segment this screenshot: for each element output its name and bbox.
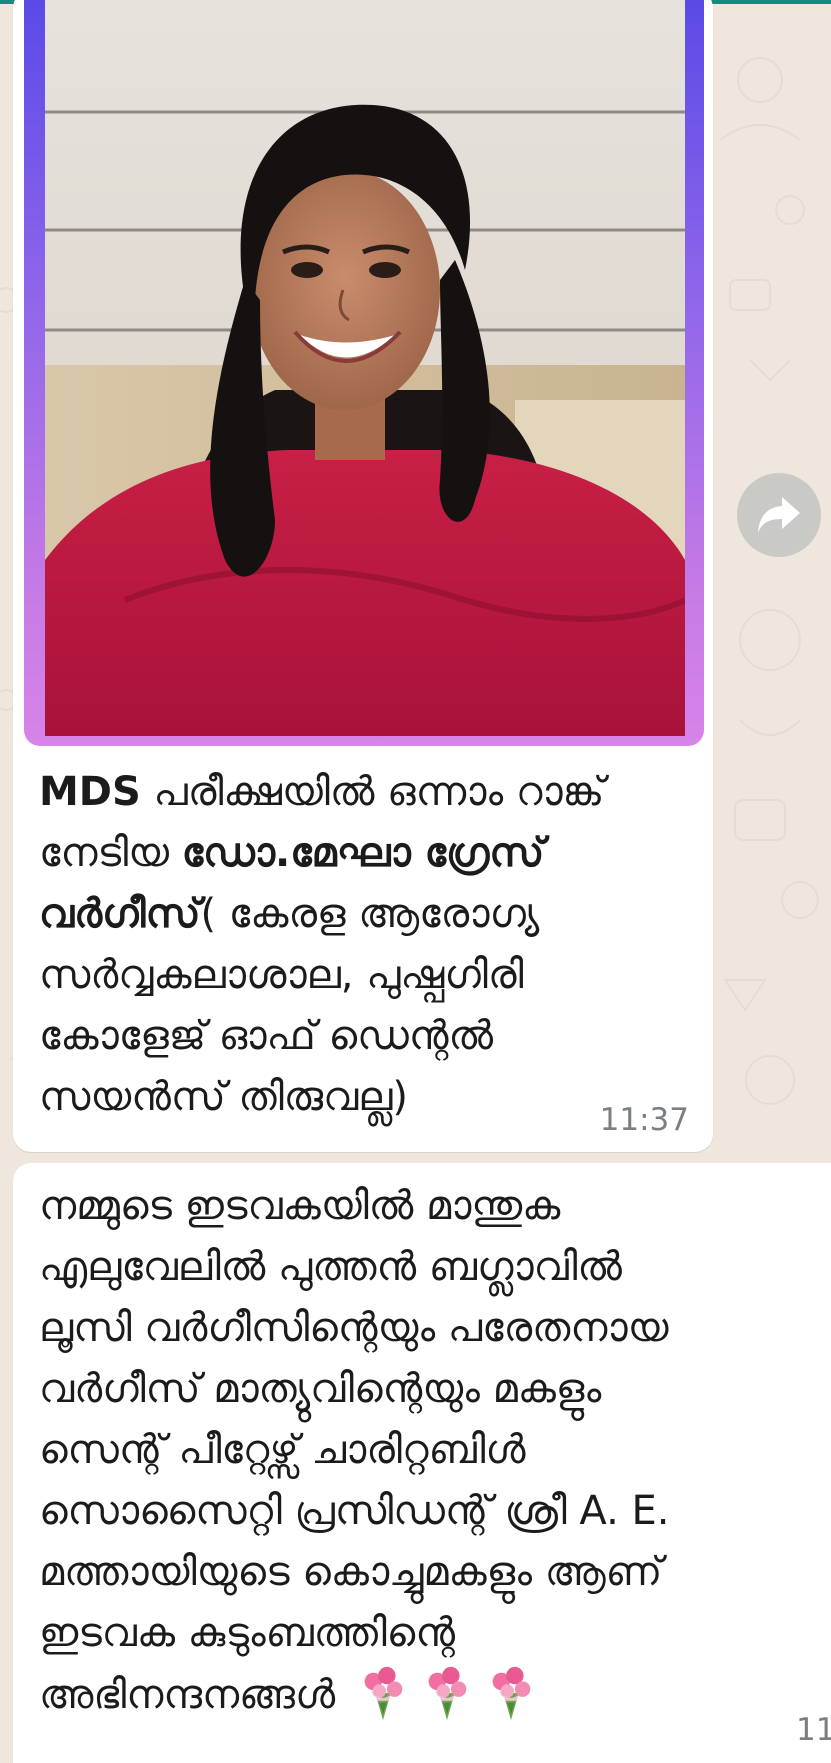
bouquet-icon <box>364 1666 403 1721</box>
message-line: വർഗീസ് മാത്യുവിന്റെയും മകളും <box>39 1366 602 1412</box>
caption-bold-exam: MDS <box>39 769 141 815</box>
photo-frame <box>24 0 704 746</box>
message-timestamp: 11:37 <box>599 1102 689 1138</box>
message-line: സൊസൈറ്റി പ്രസിഡന്റ് ശ്രീ A. E. <box>39 1488 670 1534</box>
message-bubble-text[interactable]: നമ്മുടെ ഇടവകയിൽ മാന്തുക എലുവേലിൽ പുത്തൻ … <box>13 1163 831 1763</box>
message-caption: MDS പരീക്ഷയിൽ ഒന്നാം റാങ്ക് നേടിയ ഡോ.മേഘ… <box>39 762 679 1128</box>
message-photo[interactable] <box>45 0 685 736</box>
message-line: എലുവേലിൽ പുത്തൻ ബഗ്ലാവിൽ <box>39 1244 622 1290</box>
bouquet-icon <box>428 1666 467 1721</box>
message-line: ഇടവക കുടുംബത്തിന്റെ <box>39 1610 455 1656</box>
message-line: ലൂസി വർഗീസിന്റെയും പരേതനായ <box>39 1305 669 1351</box>
message-line: നമ്മുടെ ഇടവകയിൽ മാന്തുക <box>39 1183 561 1229</box>
forward-arrow-icon <box>758 497 800 533</box>
message-line: മത്തായിയുടെ കൊച്ചുമകളും ആണ് <box>39 1549 663 1595</box>
message-bubble-image[interactable]: MDS പരീക്ഷയിൽ ഒന്നാം റാങ്ക് നേടിയ ഡോ.മേഘ… <box>13 0 713 1152</box>
message-line: സെന്റ് പീറ്റേഴ്സ് ചാരിറ്റബിൾ <box>39 1427 526 1473</box>
bouquet-icon <box>492 1666 531 1721</box>
message-body: നമ്മുടെ ഇടവകയിൽ മാന്തുക എലുവേലിൽ പുത്തൻ … <box>39 1176 831 1726</box>
message-line: അഭിനന്ദനങ്ങൾ <box>39 1672 336 1718</box>
forward-button[interactable] <box>737 473 821 557</box>
